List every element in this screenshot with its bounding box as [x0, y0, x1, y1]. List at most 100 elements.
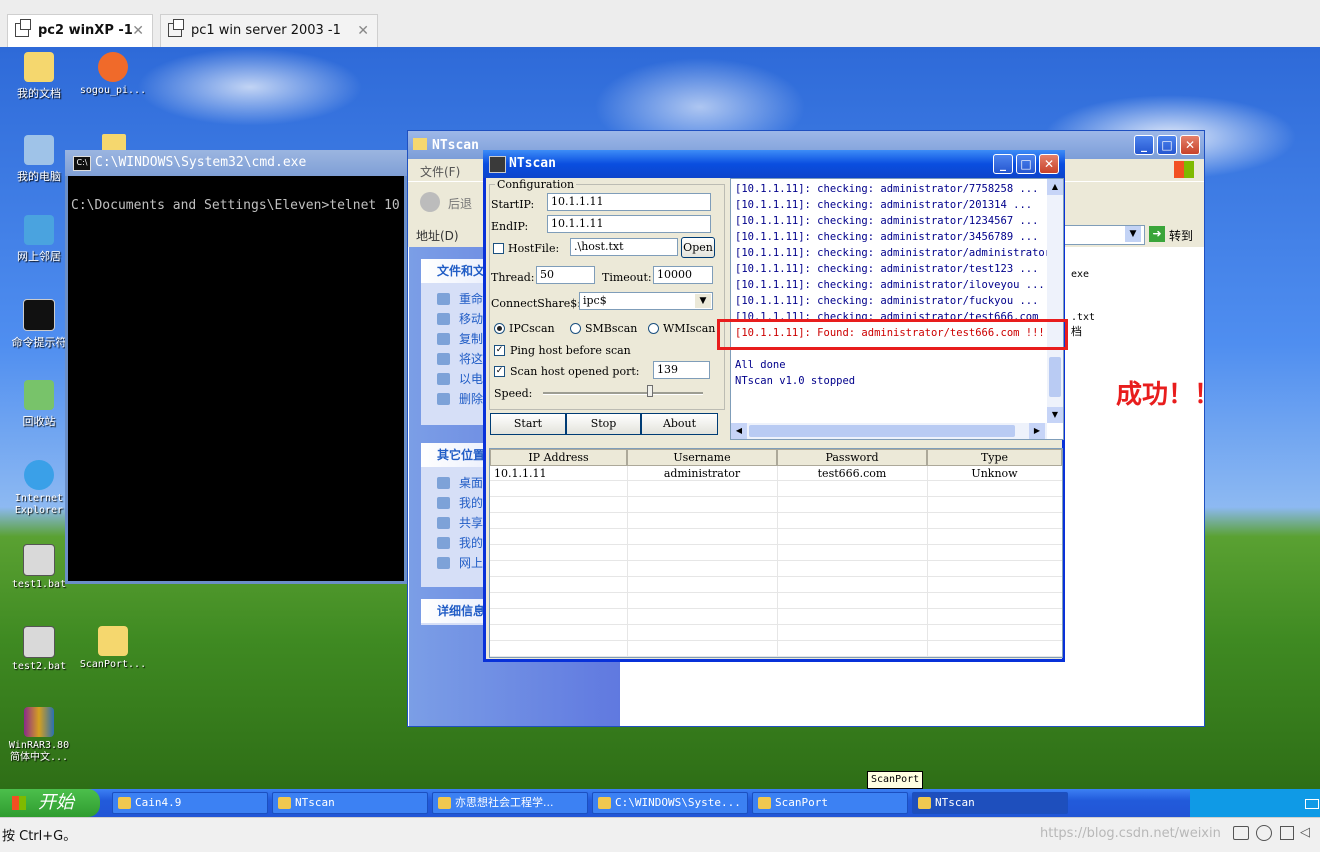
ipcscan-label: IPCscan	[509, 322, 555, 335]
vm-tab-pc1[interactable]: pc1 win server 2003 -1 ✕	[160, 14, 378, 47]
close-icon[interactable]: ✕	[132, 15, 144, 47]
ntscan-app-icon	[489, 156, 506, 173]
ntscan-titlebar[interactable]: NTscan _ □ ✕	[483, 150, 1065, 178]
desktop-icon-scanport[interactable]: ScanPort...	[78, 626, 148, 671]
minimize-button[interactable]: _	[1134, 135, 1154, 155]
connectshare-select[interactable]: ipc$	[579, 292, 713, 310]
close-button[interactable]: ✕	[1180, 135, 1200, 155]
taskbar-item[interactable]: NTscan	[272, 792, 428, 814]
go-arrow-icon[interactable]: ➜	[1149, 226, 1165, 242]
cmd-window[interactable]: C:\ C:\WINDOWS\System32\cmd.exe C:\Docum…	[65, 150, 410, 584]
scroll-thumb[interactable]	[1049, 357, 1061, 397]
network-adapter-icon[interactable]	[1280, 826, 1294, 840]
tooltip: ScanPort	[867, 771, 924, 789]
chevron-down-icon[interactable]: ▼	[1125, 226, 1141, 242]
start-button[interactable]: Start	[490, 413, 566, 435]
ntscan-window[interactable]: NTscan _ □ ✕ Configuration StartIP: 10.1…	[483, 150, 1065, 662]
batch-file-icon	[23, 626, 55, 658]
desktop-icon-test1[interactable]: test1.bat	[4, 544, 74, 591]
chevron-down-icon[interactable]: ▼	[695, 294, 711, 308]
scroll-up-icon[interactable]: ▲	[1047, 179, 1063, 195]
endip-input[interactable]: 10.1.1.11	[547, 215, 711, 233]
results-table[interactable]: IP Address Username Password Type 10.1.1…	[489, 448, 1063, 658]
taskbar: 开始 Cain4.9 NTscan 亦思想社会工程学... C:\WINDOWS…	[0, 789, 1320, 817]
taskbar-item[interactable]: 亦思想社会工程学...	[432, 792, 588, 814]
computer-icon	[24, 135, 54, 165]
startip-input[interactable]: 10.1.1.11	[547, 193, 711, 211]
vm-tab-pc2[interactable]: pc2 winXP -1 ✕	[7, 14, 153, 47]
sound-icon[interactable]: ◁	[1300, 825, 1314, 841]
cmd-titlebar[interactable]: C:\ C:\WINDOWS\System32\cmd.exe	[65, 150, 410, 176]
log-line: [10.1.1.11]: checking: administrator/201…	[735, 199, 1033, 211]
desktop-icon-recycle-bin[interactable]: 回收站	[4, 380, 74, 429]
back-arrow-icon[interactable]	[420, 192, 440, 212]
cd-drive-icon[interactable]	[1256, 825, 1272, 841]
scanport-checkbox[interactable]: ✓	[494, 366, 505, 377]
log-line: [10.1.1.11]: checking: administrator/123…	[735, 215, 1039, 227]
close-button[interactable]: ✕	[1039, 154, 1059, 174]
thread-input[interactable]: 50	[536, 266, 595, 284]
desktop-icon-label: 回收站	[22, 415, 56, 428]
speed-slider-thumb[interactable]	[647, 385, 653, 397]
about-button[interactable]: About	[641, 413, 718, 435]
keyboard-icon[interactable]	[1305, 799, 1319, 809]
recycle-bin-icon	[24, 380, 54, 410]
close-icon[interactable]: ✕	[357, 15, 369, 47]
smbscan-radio[interactable]	[570, 323, 581, 334]
log-stopped-line: NTscan v1.0 stopped	[735, 375, 856, 387]
column-header-ip[interactable]: IP Address	[490, 449, 627, 466]
start-button[interactable]: 开始	[0, 789, 100, 817]
desktop-icon-sogou[interactable]: sogou_pi...	[78, 52, 148, 97]
menu-file[interactable]: 文件(F)	[420, 163, 460, 180]
hostfile-input[interactable]: .\host.txt	[570, 238, 678, 256]
open-button[interactable]: Open	[681, 237, 715, 258]
column-header-username[interactable]: Username	[627, 449, 777, 466]
desktop-icon-ie[interactable]: Internet Explorer	[4, 460, 74, 517]
hard-disk-icon[interactable]	[1233, 826, 1249, 840]
ipcscan-radio[interactable]	[494, 323, 505, 334]
back-button-label[interactable]: 后退	[448, 195, 472, 212]
desktop-icon-label: test1.bat	[11, 579, 67, 590]
desktop-icon-winrar[interactable]: WinRAR3.80 简体中文...	[4, 707, 74, 764]
port-input[interactable]: 139	[653, 361, 710, 379]
hostfile-label: HostFile:	[508, 242, 560, 255]
desktop-icon-network[interactable]: 网上邻居	[4, 215, 74, 264]
timeout-label: Timeout:	[602, 271, 652, 284]
console-icon	[23, 299, 55, 331]
vm-status-bar: 按 Ctrl+G。 https://blog.csdn.net/weixin ◁	[0, 817, 1320, 852]
go-button-label[interactable]: 转到	[1169, 227, 1193, 244]
scroll-down-icon[interactable]: ▼	[1047, 407, 1063, 423]
vm-icon	[168, 19, 184, 37]
sogou-icon	[98, 52, 128, 82]
taskbar-item[interactable]: C:\WINDOWS\Syste...	[592, 792, 748, 814]
timeout-input[interactable]: 10000	[653, 266, 713, 284]
wmiscan-radio[interactable]	[648, 323, 659, 334]
column-header-type[interactable]: Type	[927, 449, 1062, 466]
taskbar-item-active[interactable]: NTscan	[912, 792, 1068, 814]
taskbar-item[interactable]: Cain4.9	[112, 792, 268, 814]
desktop-icon-my-documents[interactable]: 我的文档	[4, 52, 74, 101]
maximize-button[interactable]: □	[1016, 154, 1036, 174]
folder-icon	[98, 626, 128, 656]
scroll-right-icon[interactable]: ▶	[1029, 423, 1045, 439]
wmiscan-label: WMIscan	[663, 322, 716, 335]
stop-button[interactable]: Stop	[566, 413, 641, 435]
column-header-password[interactable]: Password	[777, 449, 927, 466]
maximize-button[interactable]: □	[1157, 135, 1177, 155]
scroll-thumb[interactable]	[749, 425, 1015, 437]
desktop-icon-my-computer[interactable]: 我的电脑	[4, 135, 74, 184]
scroll-left-icon[interactable]: ◀	[731, 423, 747, 439]
desktop-icon-label: 网上邻居	[17, 250, 61, 263]
minimize-button[interactable]: _	[993, 154, 1013, 174]
log-line: [10.1.1.11]: checking: administrator/tes…	[735, 263, 1039, 275]
desktop-icon-cmd[interactable]: 命令提示符	[4, 299, 74, 350]
log-line: [10.1.1.11]: checking: administrator/775…	[735, 183, 1039, 195]
desktop-icon-test2[interactable]: test2.bat	[4, 626, 74, 673]
desktop-icon-label: sogou_pi...	[79, 85, 147, 96]
hostfile-checkbox[interactable]	[493, 243, 504, 254]
scan-log[interactable]: [10.1.1.11]: checking: administrator/775…	[730, 178, 1064, 440]
status-hint: 按 Ctrl+G。	[2, 829, 77, 844]
taskbar-item[interactable]: ScanPort	[752, 792, 908, 814]
column-divider	[627, 466, 628, 657]
ping-checkbox[interactable]: ✓	[494, 345, 505, 356]
